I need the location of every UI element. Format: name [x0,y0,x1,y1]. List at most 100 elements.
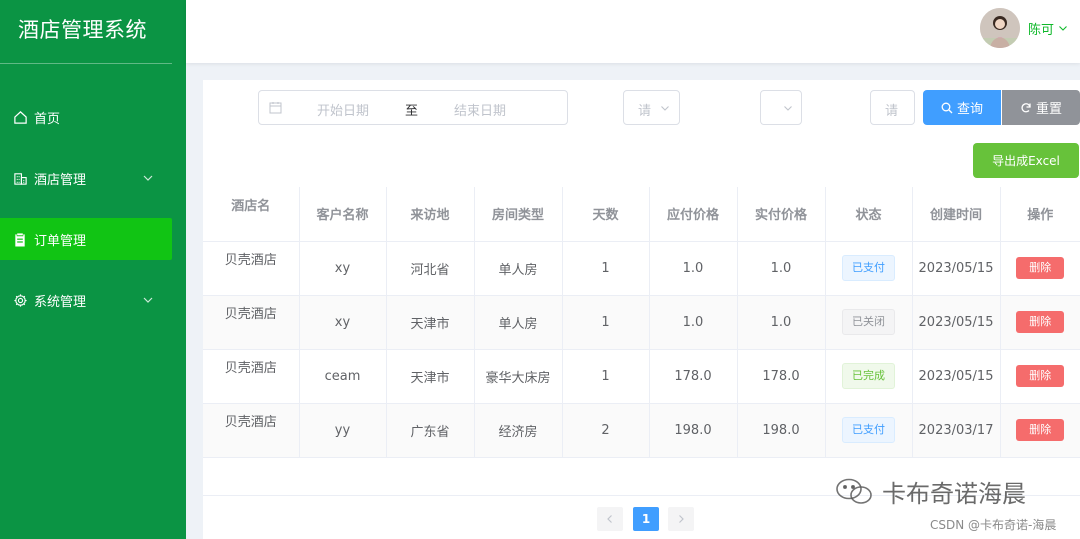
table-row: 贝壳酒店 xy 河北省 单人房 1 1.0 1.0 已支付 2023/05/15… [203,241,1080,296]
sidebar: 酒店管理系统 首页 酒店管理 订单管理 系统管理 [0,0,186,539]
chevron-down-icon [784,106,792,111]
due-price-cell: 198.0 [649,403,738,458]
chevron-down-icon [143,175,153,181]
action-cell: 删除 [1000,403,1080,458]
status-cell: 已完成 [825,349,913,404]
created-cell: 2023/03/17 [912,403,1001,458]
table-row: 贝壳酒店 xy 天津市 单人房 1 1.0 1.0 已关闭 2023/05/15… [203,295,1080,350]
table-row: 贝壳酒店 yy 广东省 经济房 2 198.0 198.0 已支付 2023/0… [203,403,1080,458]
room-type-cell: 经济房 [474,403,563,458]
range-separator: 至 [405,104,419,119]
search-button[interactable]: 查询 [923,90,1001,125]
column-header: 创建时间 [912,187,1001,242]
input-placeholder: 请 [885,104,899,119]
customer-cell: xy [299,295,387,350]
paid-price-cell: 1.0 [737,295,826,350]
created-cell: 2023/05/15 [912,295,1001,350]
created-cell: 2023/05/15 [912,349,1001,404]
search-button-label: 查询 [956,102,983,117]
action-cell: 删除 [1000,295,1080,350]
home-icon [12,109,28,125]
paid-price-cell: 1.0 [737,241,826,296]
days-cell: 1 [562,241,650,296]
select-placeholder: 请 [638,104,652,119]
column-header: 客户名称 [299,187,387,242]
watermark: 卡布奇诺海晨 [834,474,1026,509]
hotel-cell: 贝壳酒店 [203,349,300,404]
column-header: 应付价格 [649,187,738,242]
sidebar-item-home[interactable]: 首页 [0,96,186,138]
refresh-icon [1021,102,1031,112]
column-header: 实付价格 [737,187,826,242]
orders-table: 酒店名 客户名称 来访地 房间类型 天数 应付价格 实付价格 状态 创建时间 操… [203,187,1080,458]
end-date-input[interactable]: 结束日期 [454,100,506,119]
sidebar-item-hotel[interactable]: 酒店管理 [0,157,186,199]
due-price-cell: 178.0 [649,349,738,404]
sidebar-item-label: 订单管理 [34,233,87,249]
origin-cell: 天津市 [386,349,475,404]
chevron-down-icon [661,106,669,111]
origin-cell: 天津市 [386,295,475,350]
building-icon [12,170,28,186]
wechat-icon [836,478,872,504]
status-select[interactable]: 请 [623,90,680,125]
action-cell: 删除 [1000,349,1080,404]
delete-button[interactable]: 删除 [1016,365,1065,387]
sidebar-item-label: 酒店管理 [34,172,87,188]
customer-cell: ceam [299,349,387,404]
export-excel-button[interactable]: 导出成Excel [973,143,1079,178]
room-type-cell: 单人房 [474,295,563,350]
column-header: 房间类型 [474,187,563,242]
table-header-row: 酒店名 客户名称 来访地 房间类型 天数 应付价格 实付价格 状态 创建时间 操… [203,187,1080,242]
created-cell: 2023/05/15 [912,241,1001,296]
action-cell: 删除 [1000,241,1080,296]
chevron-right-icon [679,515,684,523]
due-price-cell: 1.0 [649,241,738,296]
pagination-page[interactable]: 1 [633,507,659,531]
chevron-down-icon[interactable] [1058,23,1068,33]
sidebar-item-system[interactable]: 系统管理 [0,279,186,321]
room-type-cell: 豪华大床房 [474,349,563,404]
pagination-prev-button[interactable] [597,507,623,531]
hotel-cell: 贝壳酒店 [203,295,300,350]
gear-icon [12,292,28,308]
start-date-input[interactable]: 开始日期 [317,100,369,119]
chevron-left-icon [607,515,612,523]
clipboard-icon [12,231,28,247]
avatar[interactable] [980,8,1020,48]
hotel-cell: 贝壳酒店 [203,403,300,458]
paid-price-cell: 198.0 [737,403,826,458]
date-range-picker[interactable]: 开始日期 至 结束日期 [258,90,568,125]
main-panel: 开始日期 至 结束日期 请 请 查询 重置 导出成Excel 酒店名 客户名称 … [203,80,1080,539]
search-icon [941,102,953,113]
status-badge: 已支付 [842,417,895,443]
watermark-text: 卡布奇诺海晨 [882,480,1026,508]
delete-button[interactable]: 删除 [1016,257,1065,279]
watermark-csdn: CSDN @卡布奇诺-海晨 [930,518,1057,532]
column-header: 状态 [825,187,913,242]
delete-button[interactable]: 删除 [1016,311,1065,333]
keyword-input[interactable]: 请 [870,90,915,125]
calendar-icon [269,102,282,114]
sidebar-item-label: 系统管理 [34,294,87,310]
days-cell: 2 [562,403,650,458]
customer-cell: yy [299,403,387,458]
sidebar-item-orders[interactable]: 订单管理 [0,218,172,260]
table-row: 贝壳酒店 ceam 天津市 豪华大床房 1 178.0 178.0 已完成 20… [203,349,1080,404]
type-select[interactable] [760,90,802,125]
origin-cell: 广东省 [386,403,475,458]
days-cell: 1 [562,349,650,404]
column-header: 酒店名 [203,187,300,242]
status-badge: 已支付 [842,255,895,281]
status-cell: 已支付 [825,403,913,458]
sidebar-menu: 首页 酒店管理 订单管理 系统管理 [0,96,186,340]
reset-button[interactable]: 重置 [1002,90,1080,125]
paid-price-cell: 178.0 [737,349,826,404]
username[interactable]: 陈可 [1028,19,1054,38]
reset-button-label: 重置 [1035,102,1062,117]
days-cell: 1 [562,295,650,350]
delete-button[interactable]: 删除 [1016,419,1065,441]
pagination-next-button[interactable] [668,507,694,531]
status-cell: 已关闭 [825,295,913,350]
column-header: 来访地 [386,187,475,242]
